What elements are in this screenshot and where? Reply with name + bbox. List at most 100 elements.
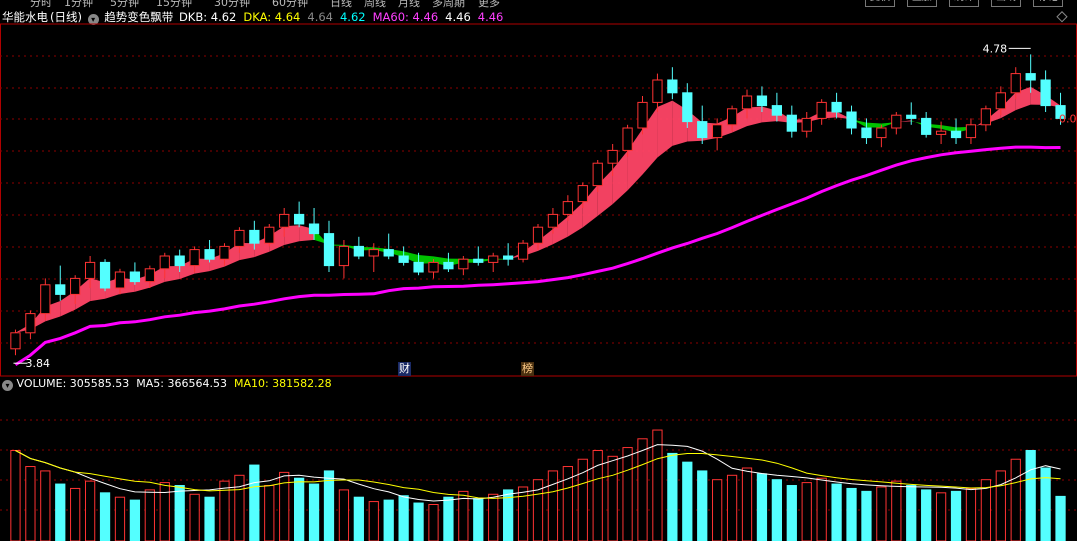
volume-bar-12: [189, 493, 200, 541]
volume-bar-4: [70, 487, 81, 541]
volume-bar-66: [995, 470, 1006, 541]
volume-bar-43: [652, 429, 663, 541]
volume-bar-17: [264, 485, 275, 541]
volume-bar-70: [1055, 495, 1066, 541]
candle-body-14: [219, 245, 230, 260]
volume-bar-6: [99, 492, 111, 541]
candle-body-34: [517, 242, 529, 260]
candle-body-22: [338, 245, 350, 267]
candle-body-19: [293, 213, 305, 225]
candle-body-1: [25, 313, 36, 334]
volume-bar-44: [667, 452, 678, 541]
volume-bar-41: [622, 447, 633, 541]
volume-bar-26: [398, 495, 409, 541]
volume-bar-2: [40, 470, 51, 541]
candle-body-24: [368, 249, 379, 257]
ribbon-segment-44: [657, 100, 673, 158]
volume-bar-0: [10, 449, 21, 541]
volume-bar-1: [25, 466, 36, 541]
candle-body-15: [234, 229, 245, 247]
candle-body-55: [831, 101, 842, 113]
candle-body-26: [398, 255, 409, 263]
volume-bar-48: [726, 474, 738, 541]
price-pane-border: [0, 23, 1077, 377]
candle-body-11: [174, 255, 185, 267]
candle-body-54: [816, 101, 827, 119]
volume-bar-24: [368, 501, 379, 541]
volume-bar-51: [771, 479, 783, 541]
candle-body-28: [428, 261, 439, 273]
volume-bar-59: [891, 480, 902, 541]
candle-body-29: [443, 261, 454, 270]
high-price-label: 4.78: [983, 42, 1008, 55]
volume-bar-5: [84, 480, 96, 541]
ranking-badge[interactable]: 榜: [521, 362, 534, 376]
candle-body-58: [876, 127, 887, 139]
volume-bar-53: [801, 482, 812, 541]
candle-body-35: [532, 226, 544, 244]
volume-bar-64: [965, 487, 977, 541]
volume-bar-9: [144, 489, 155, 541]
candle-body-6: [99, 261, 111, 289]
volume-bar-27: [413, 502, 424, 541]
candle-body-4: [70, 277, 81, 295]
candle-body-52: [786, 114, 797, 132]
candle-body-7: [114, 271, 126, 289]
candle-body-8: [129, 271, 141, 283]
volume-bar-50: [756, 473, 768, 541]
panel-toggle-icon: [1056, 11, 1068, 23]
candle-body-68: [1025, 73, 1036, 81]
candle-body-43: [652, 79, 663, 103]
candle-body-13: [204, 249, 215, 260]
volume-bar-23: [353, 496, 364, 541]
volume-bar-54: [816, 477, 827, 541]
volume-bar-20: [308, 483, 320, 541]
candle-body-12: [189, 249, 200, 267]
candle-body-64: [965, 124, 977, 139]
volume-bar-63: [950, 490, 962, 541]
candle-body-5: [84, 261, 96, 279]
candle-body-63: [950, 130, 962, 139]
candle-body-33: [503, 255, 514, 260]
volume-bar-52: [786, 485, 797, 541]
candle-body-0: [10, 332, 21, 350]
candle-body-53: [801, 117, 812, 132]
finance-badge[interactable]: 财: [398, 362, 411, 376]
kline-chart[interactable]: 4.78 3.84 0.0: [0, 0, 1077, 541]
candle-body-36: [547, 213, 559, 228]
candle-body-67: [1010, 73, 1021, 94]
volume-bar-67: [1010, 458, 1021, 541]
volume-bar-56: [846, 487, 857, 541]
volume-bar-16: [249, 464, 260, 541]
candle-body-51: [771, 105, 783, 116]
ribbon-segment-19: [284, 225, 300, 245]
volume-bar-60: [906, 485, 917, 541]
candle-body-2: [40, 284, 51, 315]
candle-body-20: [308, 223, 320, 235]
candle-body-23: [353, 245, 364, 257]
volume-bar-25: [383, 499, 394, 541]
volume-bar-10: [159, 482, 170, 541]
volume-bar-32: [488, 493, 499, 541]
volume-bar-68: [1025, 449, 1036, 541]
candle-body-69: [1040, 79, 1051, 107]
candle-body-62: [935, 130, 947, 135]
volume-bar-42: [637, 438, 648, 541]
volume-bar-36: [547, 470, 559, 541]
candle-body-49: [741, 95, 753, 110]
volume-bar-58: [876, 486, 887, 541]
volume-bar-45: [682, 461, 693, 541]
volume-bar-62: [935, 492, 947, 541]
volume-bar-31: [473, 498, 484, 541]
volume-bar-28: [428, 504, 439, 541]
volume-bar-29: [443, 496, 454, 541]
candle-body-66: [995, 92, 1006, 110]
candle-body-32: [488, 255, 499, 263]
volume-bar-47: [712, 479, 723, 541]
candle-body-17: [264, 226, 275, 244]
volume-bar-11: [174, 485, 185, 541]
candle-body-10: [159, 255, 170, 270]
candle-body-41: [622, 127, 633, 151]
volume-bar-55: [831, 483, 842, 541]
candle-body-42: [637, 101, 648, 129]
